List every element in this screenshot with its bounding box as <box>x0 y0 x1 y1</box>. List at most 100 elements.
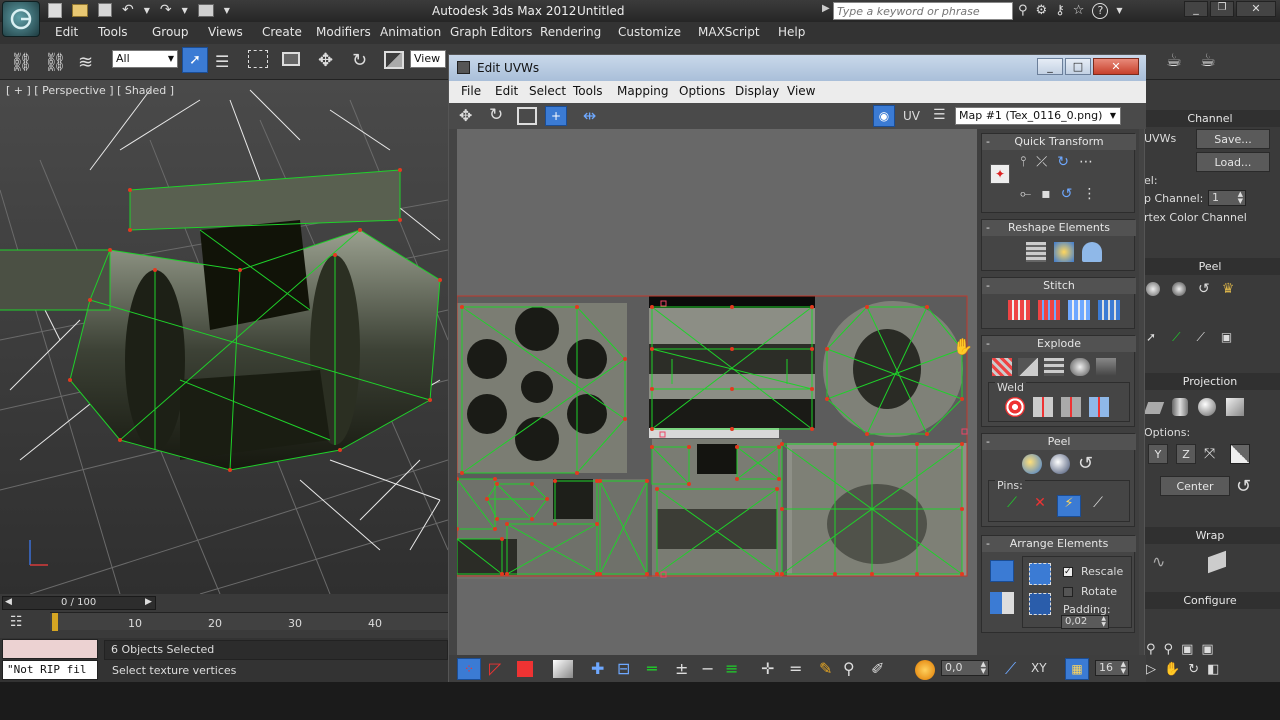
weld-selected-icon[interactable] <box>1005 397 1025 417</box>
menu-customize[interactable]: Customize <box>618 25 681 39</box>
straighten-selection-icon[interactable] <box>1026 242 1046 262</box>
seams-to-edge-sel-icon[interactable]: ▣ <box>1221 330 1232 345</box>
redo-icon[interactable]: ↷ <box>160 3 172 18</box>
peel-rollout-header[interactable]: Peel <box>1140 258 1280 275</box>
uvw-menu-tools[interactable]: Tools <box>573 84 603 98</box>
pin-tool-icon[interactable]: ♛ <box>1222 282 1235 296</box>
planar-map-icon[interactable] <box>1143 402 1165 414</box>
loop-shrink-icon[interactable]: ≡ <box>725 659 738 678</box>
maxscript-mini-listener-top[interactable] <box>2 639 98 659</box>
app-logo-icon[interactable] <box>2 1 40 37</box>
pin-selected-icon[interactable]: ⟋ <box>1001 495 1023 515</box>
render-production-icon[interactable]: ☕ <box>1200 50 1216 71</box>
uvw-menu-mapping[interactable]: Mapping <box>617 84 669 98</box>
rescale-checkbox[interactable]: ✓ <box>1063 567 1073 577</box>
texture-map-select[interactable]: Map #1 (Tex_0116_0.png) ▼ <box>955 107 1121 125</box>
rectangular-selection-icon[interactable] <box>248 50 268 68</box>
stitch-settings-icon[interactable] <box>1098 300 1120 320</box>
quick-transform-header[interactable]: - Quick Transform <box>982 134 1136 150</box>
menu-group[interactable]: Group <box>152 25 189 39</box>
align-z-button[interactable]: Z <box>1176 444 1196 464</box>
project-folder-icon[interactable] <box>197 4 214 17</box>
straighten-icon[interactable]: ▪ <box>1041 186 1051 202</box>
undo-dropdown-icon[interactable]: ▼ <box>144 3 150 18</box>
menu-edit[interactable]: Edit <box>55 25 78 39</box>
search-input[interactable] <box>833 2 1013 20</box>
wrap-rollout-header[interactable]: Wrap <box>1140 527 1280 544</box>
spinner-arrows-icon[interactable]: ▲ ▼ <box>1101 616 1106 628</box>
zoom-extents-all-icon[interactable]: ▣ <box>1201 642 1213 657</box>
uvw-menu-view[interactable]: View <box>787 84 815 98</box>
pack-custom-icon[interactable] <box>1029 563 1051 585</box>
save-file-icon[interactable] <box>98 3 112 17</box>
time-slider[interactable]: ◀ 0 / 100 ▶ <box>2 596 156 610</box>
pan-icon[interactable]: ✋ <box>1164 662 1180 677</box>
restore-app-icon[interactable]: ❐ <box>1210 1 1234 17</box>
peel-mode-icon[interactable] <box>1050 454 1070 474</box>
vertex-color-channel-label[interactable]: rtex Color Channel <box>1144 211 1247 224</box>
maxscript-mini-listener-bottom[interactable]: "Not RIP fil <box>2 660 98 680</box>
search-arrow-icon[interactable]: ▶ <box>822 3 830 14</box>
save-button[interactable]: Save... <box>1196 129 1270 149</box>
move-icon[interactable]: ✥ <box>318 50 333 71</box>
map-list-icon[interactable]: ☰ <box>933 107 946 123</box>
uvw-move-icon[interactable]: ✥ <box>459 106 472 125</box>
spinner-arrows-icon[interactable]: ▲ ▼ <box>981 661 986 675</box>
selection-filter-select[interactable]: All ▼ <box>112 50 178 68</box>
rotate-minus-90-icon[interactable]: ↺ <box>1061 186 1073 202</box>
face-mode-icon[interactable] <box>517 661 533 677</box>
key-icon[interactable]: ⚷ <box>1055 3 1065 19</box>
quick-peel-icon[interactable] <box>1022 454 1042 474</box>
spinner-arrows-icon[interactable]: ▲ ▼ <box>1121 661 1126 675</box>
loop-select-icon[interactable]: ✛ <box>761 659 774 678</box>
transform-value-b-spinner[interactable]: 16 ▲ ▼ <box>1095 660 1129 676</box>
rotate-icon[interactable]: ↻ <box>352 50 367 71</box>
uv-coordinate-label[interactable]: UV <box>903 109 920 123</box>
menu-graph-editors[interactable]: Graph Editors <box>450 25 532 39</box>
communication-icon[interactable]: ⚙ <box>1036 3 1048 19</box>
transform-value-a-spinner[interactable]: 0,0 ▲ ▼ <box>941 660 989 676</box>
point-to-point-seams-icon[interactable]: ⟋ <box>1172 330 1180 345</box>
pack-recursive-icon[interactable] <box>1029 593 1051 615</box>
quick-peel-icon[interactable] <box>1146 282 1160 296</box>
edge-loop-icon[interactable]: = <box>789 659 802 678</box>
paint-select-icon[interactable]: ✎ <box>819 659 832 678</box>
maximize-window-icon[interactable]: □ <box>1065 58 1091 75</box>
align-linear-icon[interactable]: ⟜ <box>1020 186 1031 202</box>
uvw-freeform-icon[interactable]: + <box>545 106 567 126</box>
unlink-icon[interactable]: ⛓ <box>44 52 67 73</box>
center-button[interactable]: Center <box>1160 476 1230 496</box>
space-horizontal-icon[interactable]: ⋯ <box>1079 154 1093 170</box>
new-file-icon[interactable] <box>48 3 62 18</box>
minimize-window-icon[interactable]: _ <box>1037 58 1063 75</box>
flatten-by-material-icon[interactable] <box>1070 358 1090 376</box>
edit-seams-icon[interactable]: ➚ <box>1146 330 1156 345</box>
pack-normalize-icon[interactable] <box>990 560 1014 582</box>
spherical-map-icon[interactable] <box>1198 398 1216 416</box>
close-app-icon[interactable]: ✕ <box>1236 1 1276 17</box>
uv-editor-canvas[interactable]: ✋ <box>457 129 977 655</box>
menu-tools[interactable]: Tools <box>98 25 128 39</box>
fit-icon[interactable] <box>1230 444 1250 464</box>
select-pinned-icon[interactable]: ⟋ <box>1087 495 1109 515</box>
unpin-selected-icon[interactable]: ✕ <box>1029 495 1051 515</box>
select-by-name-icon[interactable]: ☰ <box>215 52 229 71</box>
align-vertical-icon[interactable]: ⫯ <box>1020 154 1026 170</box>
break-icon[interactable] <box>1096 358 1116 376</box>
explode-header[interactable]: - Explode <box>982 336 1136 352</box>
menu-help[interactable]: Help <box>778 25 805 39</box>
best-align-icon[interactable]: ⤧ <box>1204 446 1215 462</box>
uvw-scale-icon[interactable] <box>517 107 537 125</box>
track-bar[interactable]: 10 20 30 40 <box>50 612 448 631</box>
weld-all-selected-icon[interactable] <box>1061 397 1081 417</box>
uvw-mirror-icon[interactable]: ⇹ <box>583 106 596 125</box>
relax-icon[interactable] <box>1054 242 1074 262</box>
configure-rollout-header[interactable]: Configure <box>1140 592 1280 609</box>
loop-grow-icon[interactable]: − <box>701 659 714 678</box>
shrink-selection-icon[interactable]: ⊟ <box>617 659 630 678</box>
reference-coordinate-select[interactable]: View <box>410 50 446 68</box>
edit-uvws-title-bar[interactable]: Edit UVWs _ □ ✕ <box>449 55 1146 81</box>
pack-together-icon[interactable] <box>990 592 1014 614</box>
padding-spinner[interactable]: 0,02 ▲ ▼ <box>1061 615 1109 629</box>
xy-toggle[interactable]: XY <box>1031 661 1047 675</box>
